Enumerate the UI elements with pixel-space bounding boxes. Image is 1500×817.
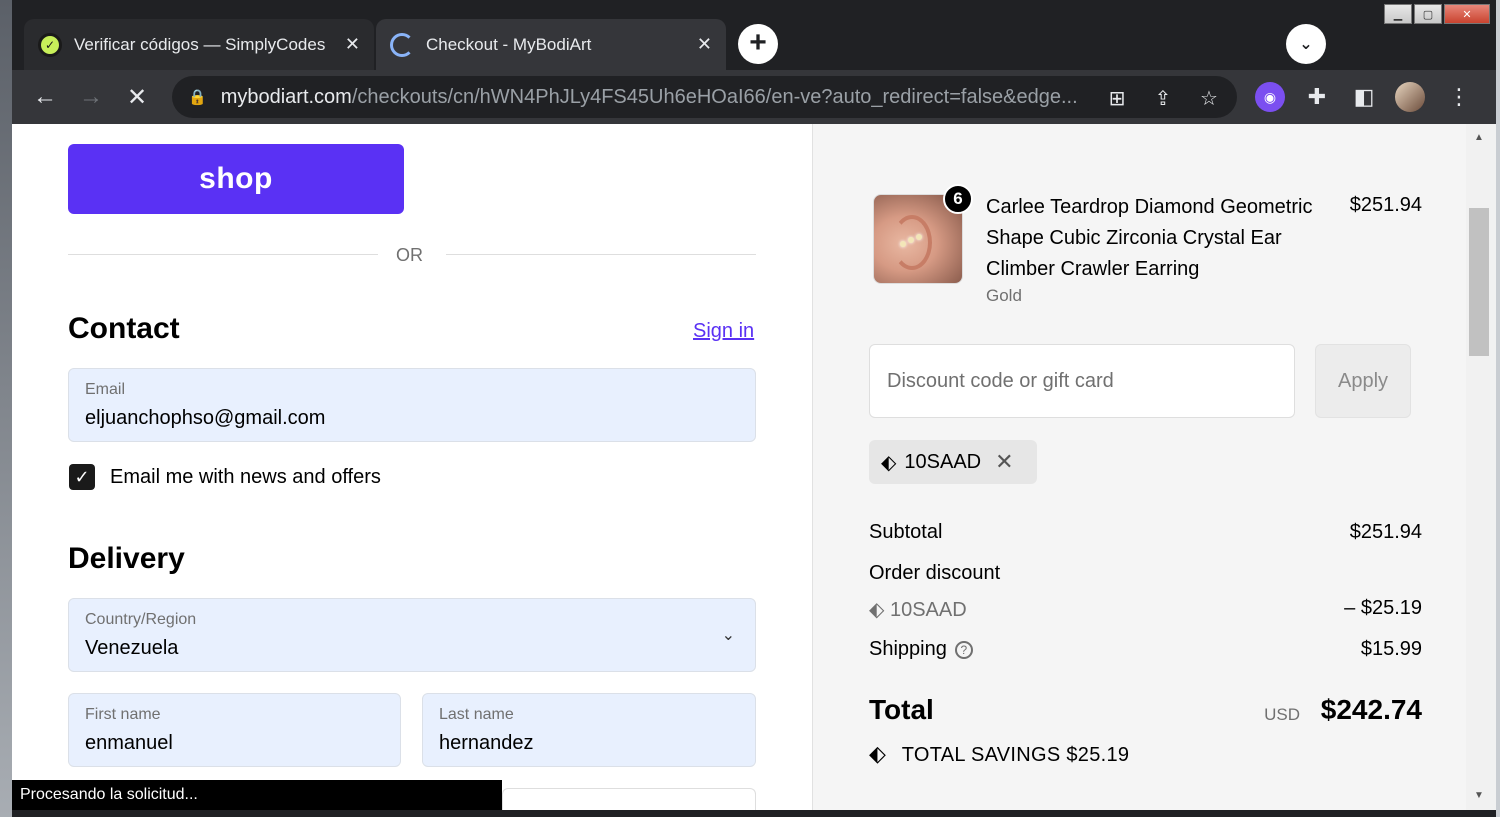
product-variant: Gold <box>986 286 1022 305</box>
applied-code-text: 10SAAD <box>904 450 982 473</box>
url-text[interactable]: mybodiart.com/checkouts/cn/hWN4PhJLy4FS4… <box>221 86 1101 109</box>
maximize-button[interactable]: ▢ <box>1414 4 1442 24</box>
scroll-thumb[interactable] <box>1469 208 1489 356</box>
tab-simplycodes[interactable]: ✓ Verificar códigos — SimplyCodes ✕ <box>24 19 374 70</box>
email-field[interactable]: Email eljuanchophso@gmail.com <box>68 368 756 442</box>
browser-window: ✓ Verificar códigos — SimplyCodes ✕ Chec… <box>12 0 1496 817</box>
country-label: Country/Region <box>85 611 197 628</box>
browser-toolbar: ← → ✕ 🔒 mybodiart.com/checkouts/cn/hWN4P… <box>12 70 1496 124</box>
scroll-up-icon[interactable]: ▲ <box>1473 132 1485 143</box>
newsletter-label: Email me with news and offers <box>110 466 381 488</box>
translate-icon[interactable]: ⊞ <box>1104 85 1130 111</box>
savings-value: $25.19 <box>1066 744 1130 766</box>
country-value: Venezuela <box>85 637 179 659</box>
help-icon[interactable]: ? <box>954 640 973 659</box>
contact-heading: Contact <box>68 312 180 345</box>
email-value: eljuanchophso@gmail.com <box>85 407 326 429</box>
tab-strip: ✓ Verificar códigos — SimplyCodes ✕ Chec… <box>12 0 1496 70</box>
product-name: Carlee Teardrop Diamond Geometric Shape … <box>986 196 1313 280</box>
tab-close-icon[interactable]: ✕ <box>697 34 712 55</box>
first-name-label: First name <box>85 706 161 723</box>
new-tab-button[interactable]: + <box>738 24 778 64</box>
delivery-heading: Delivery <box>68 542 185 575</box>
divider <box>68 254 378 255</box>
shipping-value: $15.99 <box>1360 638 1422 660</box>
chevron-down-icon: ⌄ <box>721 627 735 644</box>
or-separator: OR <box>396 245 423 265</box>
window-controls: ▁ ▢ ✕ <box>1384 4 1490 24</box>
scrollbar[interactable]: ▲ ▼ <box>1466 124 1496 810</box>
simplycodes-icon: ✓ <box>38 32 62 57</box>
checkout-form: shop OR Contact Sign in Email eljuanchop… <box>12 124 812 810</box>
order-summary: 6 Carlee Teardrop Diamond Geometric Shap… <box>812 124 1466 810</box>
discount-value: – $25.19 <box>1344 597 1422 619</box>
tab-title: Verificar códigos — SimplyCodes <box>74 34 326 54</box>
menu-kebab-icon[interactable]: ⋮ <box>1444 82 1474 112</box>
product-price: $251.94 <box>1349 194 1422 216</box>
last-name-label: Last name <box>439 706 514 723</box>
apply-button[interactable]: Apply <box>1315 344 1411 418</box>
share-icon[interactable]: ⇪ <box>1150 85 1176 111</box>
discount-code-input[interactable]: Discount code or gift card <box>869 344 1295 418</box>
quantity-badge: 6 <box>943 184 973 214</box>
subtotal-value: $251.94 <box>1349 521 1422 543</box>
tag-icon: ⬖ <box>869 741 887 766</box>
tab-search-button[interactable]: ⌄ <box>1286 24 1326 64</box>
total-currency: USD <box>1264 705 1300 724</box>
divider <box>446 254 756 255</box>
total-value: $242.74 <box>1320 694 1422 725</box>
discount-code-row: ⬖ 10SAAD <box>869 599 967 621</box>
remove-code-icon[interactable]: ✕ <box>995 449 1013 475</box>
tab-close-icon[interactable]: ✕ <box>345 34 360 55</box>
page-content: shop OR Contact Sign in Email eljuanchop… <box>12 124 1496 810</box>
country-select[interactable]: Country/Region Venezuela ⌄ <box>68 598 756 672</box>
lock-icon: 🔒 <box>188 89 207 106</box>
last-name-value: hernandez <box>439 732 534 754</box>
applied-code-chip: ⬖ 10SAAD ✕ <box>869 440 1037 484</box>
desktop-background <box>0 0 12 817</box>
back-arrow-icon[interactable]: ← <box>28 80 62 114</box>
savings-label: TOTAL SAVINGS <box>901 744 1061 766</box>
last-name-field[interactable]: Last name hernandez <box>422 693 756 767</box>
scroll-down-icon[interactable]: ▼ <box>1473 790 1485 801</box>
status-bar: Procesando la solicitud... <box>12 780 502 810</box>
next-field-partial[interactable] <box>502 788 756 810</box>
subtotal-label: Subtotal <box>869 521 943 543</box>
total-savings: ⬖ TOTAL SAVINGS $25.19 <box>869 741 1129 767</box>
tag-icon: ⬖ <box>881 451 897 474</box>
tab-checkout[interactable]: Checkout - MyBodiArt ✕ <box>376 19 726 70</box>
extensions-puzzle-icon[interactable]: ✚ <box>1302 82 1332 112</box>
email-label: Email <box>85 381 126 398</box>
shipping-label: Shipping <box>869 638 947 660</box>
bookmark-star-icon[interactable]: ☆ <box>1196 85 1222 111</box>
address-bar[interactable]: 🔒 mybodiart.com/checkouts/cn/hWN4PhJLy4F… <box>172 76 1237 118</box>
first-name-value: enmanuel <box>85 732 173 754</box>
close-window-button[interactable]: ✕ <box>1444 4 1490 24</box>
loading-spinner-icon <box>390 32 414 57</box>
tag-icon: ⬖ <box>869 599 885 621</box>
tab-title: Checkout - MyBodiArt <box>426 34 592 54</box>
first-name-field[interactable]: First name enmanuel <box>68 693 401 767</box>
order-discount-label: Order discount <box>869 562 1001 584</box>
minimize-button[interactable]: ▁ <box>1384 4 1412 24</box>
forward-arrow-icon[interactable]: → <box>74 80 108 114</box>
stop-loading-icon[interactable]: ✕ <box>120 80 154 114</box>
shop-pay-button[interactable]: shop <box>68 144 404 214</box>
sign-in-link[interactable]: Sign in <box>693 320 754 343</box>
profile-avatar[interactable] <box>1395 82 1425 112</box>
extension-simplycodes-icon[interactable]: ◉ <box>1255 82 1285 112</box>
total-label: Total <box>869 694 934 725</box>
side-panel-icon[interactable]: ◧ <box>1349 82 1379 112</box>
newsletter-checkbox[interactable]: ✓ <box>69 464 95 490</box>
shipping-row: Shipping? <box>869 638 973 661</box>
